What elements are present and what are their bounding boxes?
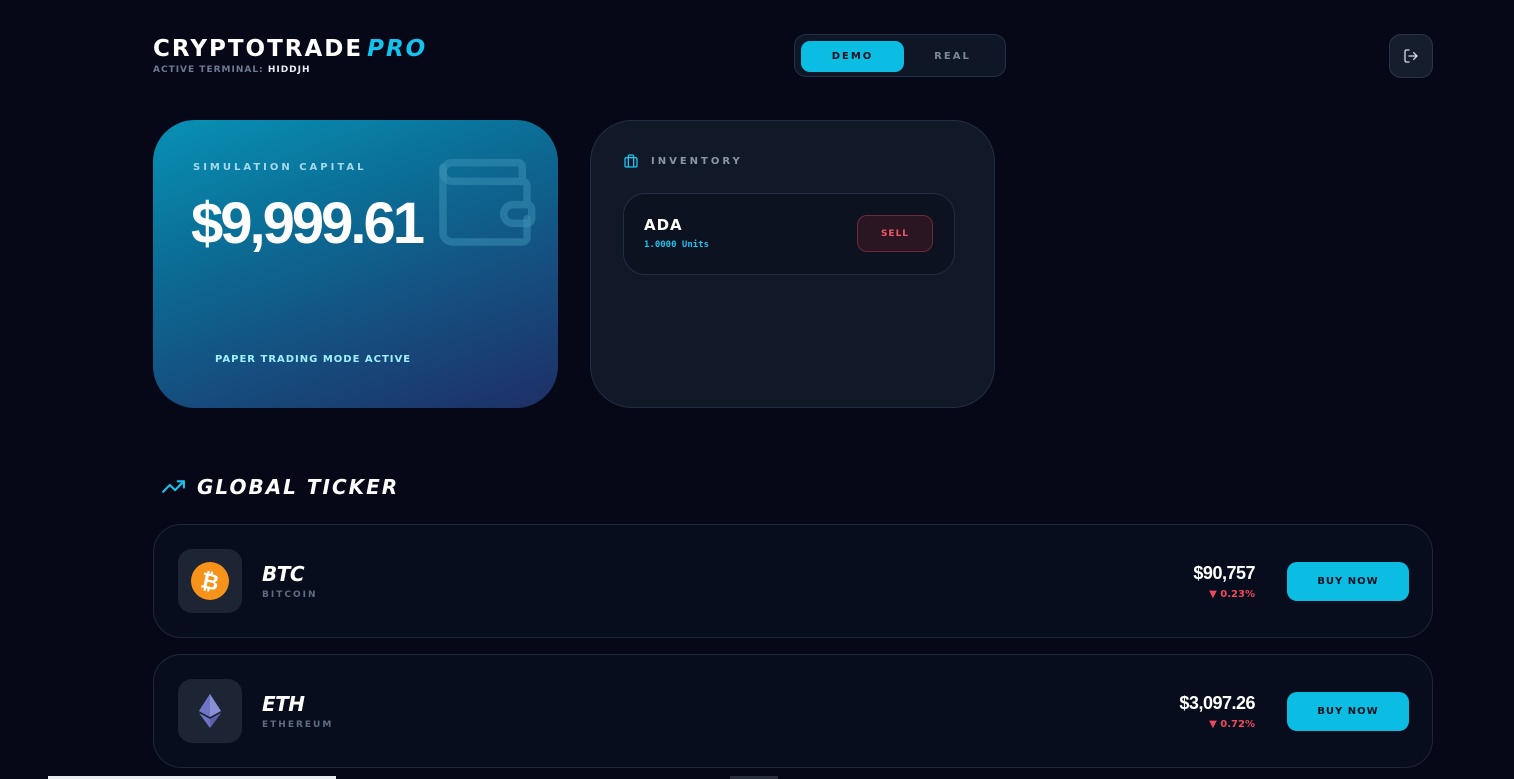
- coin-change: ▼ 0.23%: [1209, 589, 1255, 600]
- logout-icon: [1404, 49, 1418, 63]
- briefcase-icon: [624, 154, 638, 168]
- coin-name: ETHEREUM: [262, 720, 334, 730]
- ticker-row-eth: ETH ETHEREUM $3,097.26 ▼ 0.72% BUY NOW: [153, 654, 1433, 768]
- real-mode-button[interactable]: REAL: [901, 41, 1004, 72]
- brand: CRYPTOTRADE PRO ACTIVE TERMINAL: HIDDJH: [153, 36, 427, 75]
- coin-price: $3,097.26: [1179, 693, 1255, 713]
- app-title-text: CRYPTOTRADE: [153, 36, 364, 62]
- capital-amount: $9,999.61: [191, 191, 425, 256]
- coin-name: BITCOIN: [262, 590, 318, 600]
- active-terminal: ACTIVE TERMINAL: HIDDJH: [153, 65, 427, 75]
- bitcoin-icon: ₿: [191, 562, 229, 600]
- mode-toggle: DEMO REAL: [794, 34, 1006, 77]
- terminal-id: HIDDJH: [267, 65, 311, 75]
- coin-symbol: BTC: [262, 562, 305, 586]
- paper-trading-status: PAPER TRADING MODE ACTIVE: [215, 354, 412, 365]
- capital-label: SIMULATION CAPITAL: [193, 162, 367, 173]
- trending-up-icon: [162, 480, 185, 493]
- capital-card: SIMULATION CAPITAL $9,999.61 PAPER TRADI…: [153, 120, 558, 408]
- coin-icon-box: ₿: [178, 549, 242, 613]
- app-title-accent: PRO: [367, 36, 428, 62]
- demo-mode-button[interactable]: DEMO: [801, 41, 904, 72]
- coin-symbol: ETH: [262, 692, 305, 716]
- buy-now-button[interactable]: BUY NOW: [1287, 692, 1409, 731]
- coin-price: $90,757: [1193, 563, 1255, 583]
- logout-button[interactable]: [1389, 34, 1433, 78]
- ticker-row-btc: ₿ BTC BITCOIN $90,757 ▼ 0.23% BUY NOW: [153, 524, 1433, 638]
- coin-icon-box: [178, 679, 242, 743]
- holding-units: 1.0000 Units: [644, 240, 710, 250]
- inventory-label: INVENTORY: [651, 155, 743, 167]
- ticker-heading: GLOBAL TICKER: [161, 474, 399, 499]
- ethereum-icon: [199, 694, 221, 728]
- app-page: CRYPTOTRADE PRO ACTIVE TERMINAL: HIDDJH D…: [0, 0, 1514, 779]
- holding-symbol: ADA: [644, 216, 683, 234]
- inventory-header: INVENTORY: [623, 153, 743, 169]
- wallet-icon: [439, 158, 536, 246]
- app-title: CRYPTOTRADE PRO: [153, 36, 427, 62]
- coin-change: ▼ 0.72%: [1209, 719, 1255, 730]
- sell-button[interactable]: SELL: [857, 215, 933, 252]
- inventory-item: ADA 1.0000 Units SELL: [623, 193, 955, 275]
- buy-now-button[interactable]: BUY NOW: [1287, 562, 1409, 601]
- inventory-card: INVENTORY ADA 1.0000 Units SELL: [590, 120, 995, 408]
- terminal-label: ACTIVE TERMINAL:: [153, 65, 264, 75]
- ticker-title: GLOBAL TICKER: [197, 474, 400, 499]
